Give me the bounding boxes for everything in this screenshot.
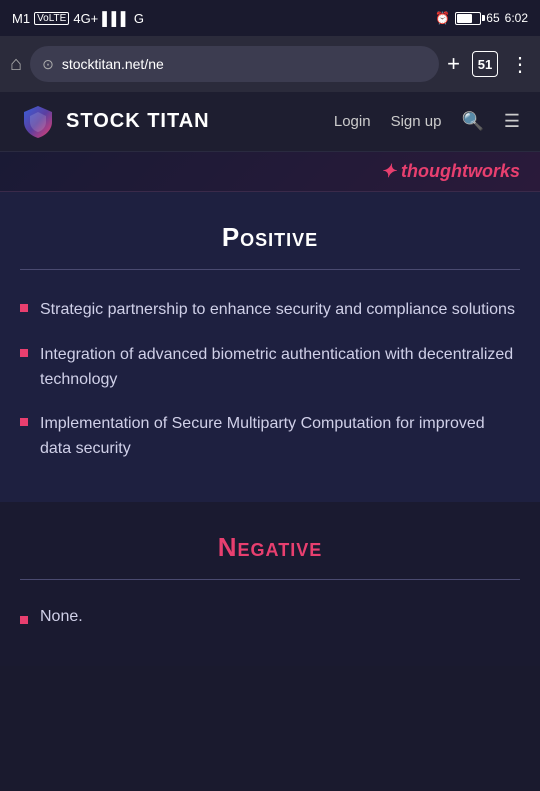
login-link[interactable]: Login — [334, 113, 371, 130]
negative-title: Negative — [20, 532, 520, 563]
positive-bullet-1: Strategic partnership to enhance securit… — [40, 298, 515, 323]
positive-bullet-2: Integration of advanced biometric authen… — [40, 343, 520, 393]
positive-bullet-list: Strategic partnership to enhance securit… — [20, 298, 520, 462]
positive-bullet-3: Implementation of Secure Multiparty Comp… — [40, 412, 520, 462]
search-icon[interactable]: 🔍 — [461, 111, 483, 132]
volte-label: VoLTE — [34, 12, 69, 25]
carrier-label: M1 — [12, 11, 30, 26]
positive-section: Positive Strategic partnership to enhanc… — [0, 192, 540, 502]
menu-icon[interactable]: ☰ — [504, 111, 520, 132]
list-item: Integration of advanced biometric authen… — [20, 343, 520, 393]
url-text: stocktitan.net/ne — [62, 56, 164, 72]
list-item: Strategic partnership to enhance securit… — [20, 298, 520, 323]
add-tab-button[interactable]: + — [447, 51, 460, 77]
browser-menu-button[interactable]: ⋮ — [510, 52, 530, 77]
signal-bars-icon: ▌▌▌ — [102, 11, 130, 26]
battery-percent: 65 — [486, 11, 499, 25]
status-right: ⏰ 65 6:02 — [435, 11, 528, 25]
home-icon[interactable]: ⌂ — [10, 53, 22, 76]
nav-bar: STOCK TITAN Login Sign up 🔍 ☰ — [0, 92, 540, 152]
tab-count-button[interactable]: 51 — [472, 51, 498, 77]
negative-divider — [20, 579, 520, 580]
nav-title: STOCK TITAN — [66, 110, 210, 133]
browser-bar: ⌂ ⊙ stocktitan.net/ne + 51 ⋮ — [0, 36, 540, 92]
negative-bullet-list: None. — [20, 608, 520, 626]
nav-links: Login Sign up 🔍 ☰ — [334, 111, 520, 132]
battery-fill — [457, 14, 471, 23]
negative-bullet-1: None. — [40, 608, 83, 626]
clock-time: 6:02 — [505, 11, 528, 25]
list-item: Implementation of Secure Multiparty Comp… — [20, 412, 520, 462]
positive-divider — [20, 269, 520, 270]
bullet-icon — [20, 304, 28, 312]
bullet-icon — [20, 616, 28, 624]
url-bar[interactable]: ⊙ stocktitan.net/ne — [30, 46, 439, 82]
negative-section: Negative None. — [0, 502, 540, 666]
positive-title: Positive — [20, 222, 520, 253]
alarm-icon: ⏰ — [435, 11, 450, 25]
logo-shield-icon — [20, 104, 56, 140]
network-type-label: 4G+ — [73, 11, 98, 26]
signup-link[interactable]: Sign up — [391, 113, 442, 130]
bullet-icon — [20, 418, 28, 426]
g-icon: G — [134, 11, 144, 26]
status-left: M1 VoLTE 4G+ ▌▌▌ G — [12, 11, 144, 26]
bullet-icon — [20, 349, 28, 357]
thoughtworks-banner: ✦ thoughtworks — [0, 152, 540, 192]
status-bar: M1 VoLTE 4G+ ▌▌▌ G ⏰ 65 6:02 — [0, 0, 540, 36]
nav-logo: STOCK TITAN — [20, 104, 210, 140]
thoughtworks-logo: ✦ thoughtworks — [381, 161, 520, 182]
browser-actions: + 51 ⋮ — [447, 51, 530, 77]
battery-icon — [455, 12, 481, 25]
site-icon: ⊙ — [42, 56, 54, 73]
